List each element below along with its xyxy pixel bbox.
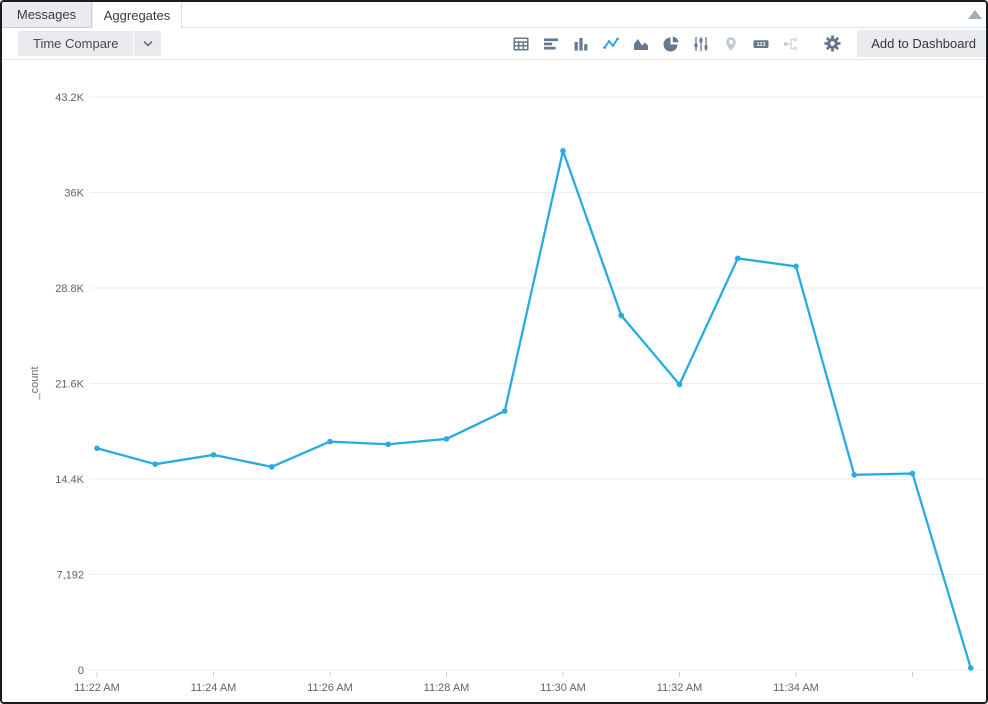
line-chart-icon[interactable]	[600, 33, 622, 55]
svg-text:123: 123	[757, 42, 766, 48]
tab-messages-label: Messages	[17, 7, 76, 22]
search-results-window: Messages Aggregates Time Compare	[0, 0, 988, 704]
map-icon[interactable]	[720, 33, 742, 55]
svg-text:11:30 AM: 11:30 AM	[540, 682, 586, 694]
horizontal-bar-chart-icon[interactable]	[540, 33, 562, 55]
time-compare-button[interactable]: Time Compare	[18, 31, 161, 56]
settings-gear-icon[interactable]	[821, 33, 843, 55]
svg-text:11:26 AM: 11:26 AM	[307, 682, 353, 694]
aggregates-toolbar: Time Compare	[2, 28, 986, 60]
pie-chart-icon[interactable]	[660, 33, 682, 55]
svg-text:_count: _count	[29, 366, 41, 400]
node-graph-icon[interactable]	[780, 33, 802, 55]
tab-aggregates-label: Aggregates	[104, 8, 171, 23]
collapse-up-triangle-icon[interactable]	[968, 10, 982, 19]
svg-text:11:22 AM: 11:22 AM	[74, 682, 120, 694]
svg-text:11:34 AM: 11:34 AM	[773, 682, 819, 694]
box-plot-icon[interactable]	[690, 33, 712, 55]
svg-text:11:32 AM: 11:32 AM	[657, 682, 703, 694]
tab-messages[interactable]: Messages	[2, 2, 92, 28]
svg-text:36K: 36K	[64, 188, 84, 200]
svg-text:7,192: 7,192	[56, 570, 84, 582]
svg-text:14.4K: 14.4K	[55, 474, 84, 486]
add-to-dashboard-label: Add to Dashboard	[871, 36, 976, 51]
tab-aggregates[interactable]: Aggregates	[92, 2, 182, 28]
svg-text:11:28 AM: 11:28 AM	[424, 682, 470, 694]
svg-text:11:24 AM: 11:24 AM	[191, 682, 237, 694]
single-value-icon[interactable]: 123	[750, 33, 772, 55]
table-icon[interactable]	[510, 33, 532, 55]
svg-text:28.8K: 28.8K	[55, 283, 84, 295]
area-chart-icon[interactable]	[630, 33, 652, 55]
svg-text:21.6K: 21.6K	[55, 379, 84, 391]
line-chart-canvas[interactable]: 0 7,192 14.4K 21.6K 28.8K 36K 43.2K _count 11:22…	[2, 60, 986, 704]
add-to-dashboard-button[interactable]: Add to Dashboard	[857, 30, 988, 57]
aggregate-line-chart[interactable]: 0 7,192 14.4K 21.6K 28.8K 36K 43.2K _count 11:22…	[2, 60, 986, 704]
svg-text:0: 0	[78, 665, 84, 677]
column-chart-icon[interactable]	[570, 33, 592, 55]
chevron-down-icon[interactable]	[134, 31, 161, 56]
results-tab-bar: Messages Aggregates	[2, 2, 986, 28]
svg-text:43.2K: 43.2K	[55, 92, 84, 104]
time-compare-label: Time Compare	[18, 31, 133, 56]
